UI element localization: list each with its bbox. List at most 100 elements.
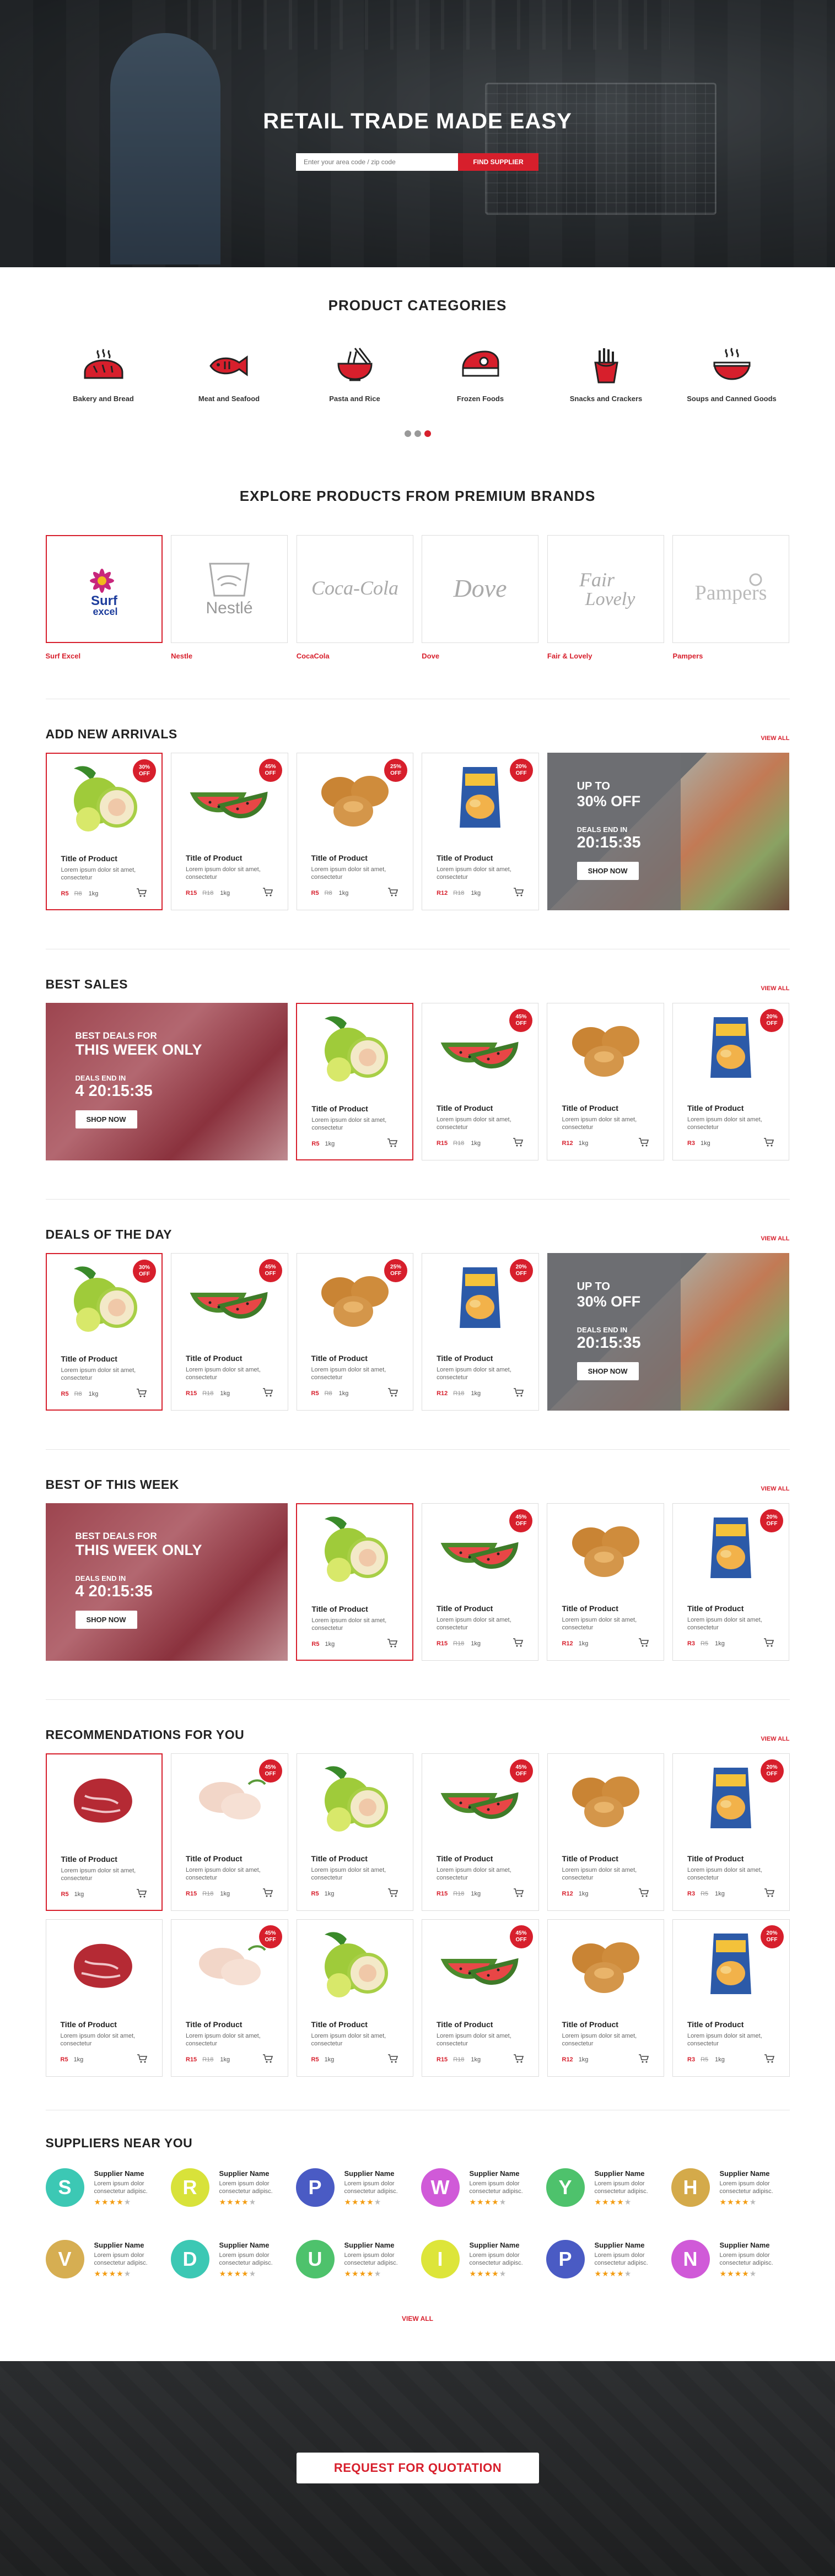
add-to-cart-icon[interactable] [638, 2054, 649, 2065]
carousel-dot-active[interactable] [424, 430, 431, 437]
add-to-cart-icon[interactable] [513, 1388, 524, 1398]
add-to-cart-icon[interactable] [638, 1888, 649, 1899]
add-to-cart-icon[interactable] [136, 1889, 147, 1899]
add-to-cart-icon[interactable] [262, 1388, 273, 1398]
add-to-cart-icon[interactable] [137, 2054, 148, 2065]
supplier-card[interactable]: S Supplier Name Lorem ipsum dolor consec… [45, 2168, 164, 2207]
category-bakery[interactable]: Bakery and Bread [54, 346, 153, 403]
brand-pampers[interactable]: Pampers Pampers [672, 535, 790, 660]
add-to-cart-icon[interactable] [763, 1638, 774, 1649]
product-card[interactable]: 20% OFF Title of Product Lorem ipsum dolo… [672, 1003, 790, 1160]
add-to-cart-icon[interactable] [136, 1389, 147, 1399]
product-card[interactable]: 20% OFF Title of Product Lorem ipsum dolo… [422, 753, 539, 910]
brand-dove[interactable]: Dove Dove [422, 535, 539, 660]
carousel-dot[interactable] [414, 430, 421, 437]
product-card[interactable]: 45% OFF Title of Product Lorem ipsum dolo… [171, 753, 288, 910]
view-all-link[interactable]: VIEW ALL [761, 985, 789, 992]
product-card[interactable]: OFF Title of Product Lorem ipsum dolor s… [547, 1503, 664, 1661]
product-card[interactable]: 45% OFF Title of Product Lorem ipsum dolo… [171, 1253, 288, 1411]
product-card[interactable]: OFF Title of Product Lorem ipsum dolor s… [296, 1003, 413, 1160]
view-all-link[interactable]: VIEW ALL [761, 735, 789, 742]
product-card[interactable]: OFF Title of Product Lorem ipsum dolor s… [45, 1753, 163, 1911]
add-to-cart-icon[interactable] [136, 888, 147, 899]
shop-now-button[interactable]: SHOP NOW [577, 862, 639, 880]
add-to-cart-icon[interactable] [638, 1638, 649, 1649]
product-card[interactable]: OFF Title of Product Lorem ipsum dolor s… [45, 1919, 163, 2077]
product-card[interactable]: 45% OFF Title of Product Lorem ipsum dolo… [421, 1503, 539, 1661]
supplier-card[interactable]: N Supplier Name Lorem ipsum dolor consec… [671, 2240, 789, 2278]
add-to-cart-icon[interactable] [513, 1888, 524, 1899]
shop-now-button[interactable]: SHOP NOW [577, 1362, 639, 1380]
product-card[interactable]: 20% OFF Title of Product Lorem ipsum dolo… [422, 1253, 539, 1411]
view-all-link[interactable]: VIEW ALL [761, 1736, 789, 1742]
request-quotation-button[interactable]: REQUEST FOR QUOTATION [297, 2453, 539, 2483]
product-card[interactable]: 20% OFF Title of Product Lorem ipsum dolo… [672, 1753, 790, 1911]
add-to-cart-icon[interactable] [763, 1138, 774, 1148]
add-to-cart-icon[interactable] [387, 1888, 398, 1899]
brand-surf-excel[interactable]: Surf excel Surf Excel [45, 535, 163, 660]
add-to-cart-icon[interactable] [764, 2054, 775, 2065]
supplier-card[interactable]: P Supplier Name Lorem ipsum dolor consec… [295, 2168, 414, 2207]
add-to-cart-icon[interactable] [387, 1138, 398, 1149]
view-all-link[interactable]: VIEW ALL [761, 1486, 789, 1492]
product-card[interactable]: 45% OFF Title of Product Lorem ipsum dolo… [171, 1919, 288, 2077]
category-soups[interactable]: Soups and Canned Goods [682, 346, 782, 403]
promo-banner[interactable]: BEST DEALS FOR THIS WEEK ONLY DEALS END … [45, 1503, 288, 1661]
product-card[interactable]: 45% OFF Title of Product Lorem ipsum dolo… [421, 1003, 539, 1160]
view-all-suppliers-link[interactable]: VIEW ALL [46, 2315, 790, 2323]
supplier-card[interactable]: R Supplier Name Lorem ipsum dolor consec… [170, 2168, 289, 2207]
add-to-cart-icon[interactable] [262, 1888, 273, 1899]
shop-now-button[interactable]: SHOP NOW [75, 1611, 137, 1629]
view-all-link[interactable]: VIEW ALL [761, 1235, 789, 1242]
add-to-cart-icon[interactable] [513, 888, 524, 898]
product-card[interactable]: 25% OFF Title of Product Lorem ipsum dolo… [296, 753, 414, 910]
category-snacks[interactable]: Snacks and Crackers [557, 346, 656, 403]
product-card[interactable]: 45% OFF Title of Product Lorem ipsum dolo… [422, 1753, 539, 1911]
supplier-card[interactable]: U Supplier Name Lorem ipsum dolor consec… [295, 2240, 414, 2278]
add-to-cart-icon[interactable] [513, 1638, 524, 1649]
supplier-card[interactable]: I Supplier Name Lorem ipsum dolor consec… [421, 2240, 539, 2278]
add-to-cart-icon[interactable] [513, 2054, 524, 2065]
product-card[interactable]: OFF Title of Product Lorem ipsum dolor s… [547, 1919, 664, 2077]
add-to-cart-icon[interactable] [387, 888, 398, 898]
product-card[interactable]: OFF Title of Product Lorem ipsum dolor s… [296, 1919, 413, 2077]
supplier-card[interactable]: V Supplier Name Lorem ipsum dolor consec… [45, 2240, 164, 2278]
product-card[interactable]: 20% OFF Title of Product Lorem ipsum dolo… [672, 1503, 790, 1661]
add-to-cart-icon[interactable] [262, 2054, 273, 2065]
brand-cocacola[interactable]: Coca-Cola CocaCola [296, 535, 413, 660]
product-card[interactable]: 30% OFF Title of Product Lorem ipsum dolo… [45, 753, 163, 910]
zip-code-input[interactable] [296, 153, 458, 171]
shop-now-button[interactable]: SHOP NOW [75, 1110, 137, 1128]
category-frozen[interactable]: Frozen Foods [431, 346, 530, 403]
supplier-card[interactable]: W Supplier Name Lorem ipsum dolor consec… [421, 2168, 539, 2207]
promo-banner[interactable]: UP TO 30% OFF DEALS END IN 20:15:35 SHOP… [547, 753, 790, 910]
product-card[interactable]: 30% OFF Title of Product Lorem ipsum dolo… [45, 1253, 163, 1411]
promo-banner[interactable]: BEST DEALS FOR THIS WEEK ONLY DEALS END … [45, 1003, 288, 1160]
product-card[interactable]: OFF Title of Product Lorem ipsum dolor s… [296, 1753, 414, 1911]
category-pasta-rice[interactable]: Pasta and Rice [305, 346, 405, 403]
product-card[interactable]: 25% OFF Title of Product Lorem ipsum dolo… [296, 1253, 414, 1411]
product-card[interactable]: OFF Title of Product Lorem ipsum dolor s… [547, 1753, 665, 1911]
supplier-card[interactable]: H Supplier Name Lorem ipsum dolor consec… [671, 2168, 789, 2207]
add-to-cart-icon[interactable] [387, 2054, 398, 2065]
brand-fair-lovely[interactable]: Fair Lovely Fair & Lovely [547, 535, 664, 660]
brand-nestle[interactable]: Nestlé Nestle [171, 535, 288, 660]
supplier-card[interactable]: Y Supplier Name Lorem ipsum dolor consec… [546, 2168, 664, 2207]
add-to-cart-icon[interactable] [387, 1639, 398, 1649]
product-card[interactable]: 20% OFF Title of Product Lorem ipsum dolo… [672, 1919, 790, 2077]
add-to-cart-icon[interactable] [638, 1138, 649, 1148]
product-card[interactable]: 45% OFF Title of Product Lorem ipsum dolo… [171, 1753, 288, 1911]
add-to-cart-icon[interactable] [513, 1138, 524, 1148]
supplier-card[interactable]: P Supplier Name Lorem ipsum dolor consec… [546, 2240, 664, 2278]
product-card[interactable]: OFF Title of Product Lorem ipsum dolor s… [296, 1503, 413, 1661]
product-card[interactable]: 45% OFF Title of Product Lorem ipsum dolo… [422, 1919, 539, 2077]
add-to-cart-icon[interactable] [262, 888, 273, 898]
promo-banner[interactable]: UP TO 30% OFF DEALS END IN 20:15:35 SHOP… [547, 1253, 790, 1411]
category-meat-seafood[interactable]: Meat and Seafood [180, 346, 279, 403]
carousel-dot[interactable] [404, 430, 411, 437]
find-supplier-button[interactable]: FIND SUPPLIER [458, 153, 538, 171]
product-card[interactable]: OFF Title of Product Lorem ipsum dolor s… [547, 1003, 664, 1160]
add-to-cart-icon[interactable] [764, 1888, 775, 1899]
supplier-card[interactable]: D Supplier Name Lorem ipsum dolor consec… [170, 2240, 289, 2278]
add-to-cart-icon[interactable] [387, 1388, 398, 1398]
